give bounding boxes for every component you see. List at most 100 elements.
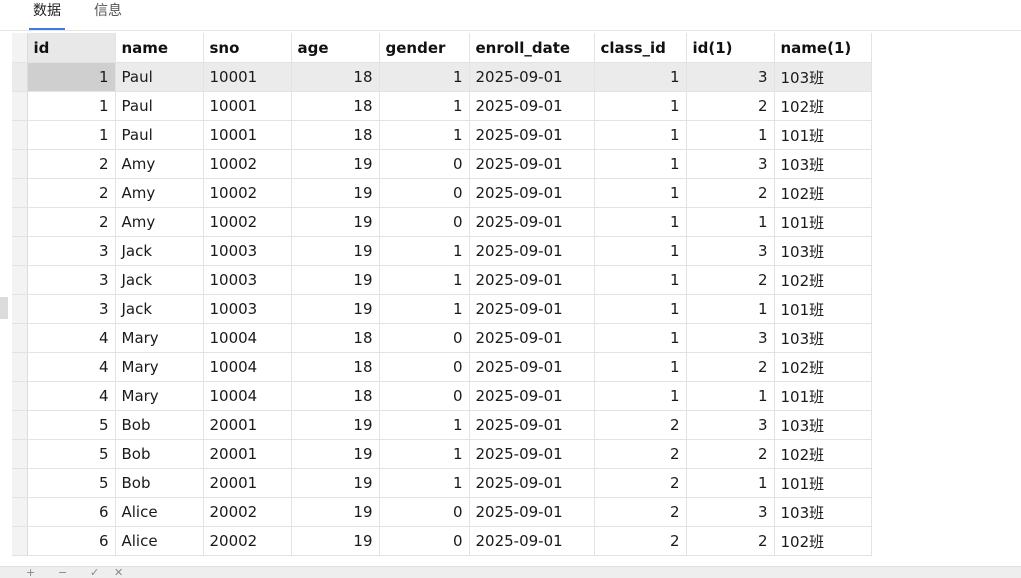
table-cell[interactable]: 1 [594,294,687,324]
column-header-class-id[interactable]: class_id [594,33,687,63]
table-row[interactable]: 6 Alice 20002 19 0 2025-09-01 2 3 103班 [12,497,872,527]
table-cell[interactable]: 10003 [203,265,292,295]
table-cell[interactable]: Jack [115,294,204,324]
row-header[interactable] [12,497,28,527]
table-cell[interactable]: 1 [379,439,470,469]
table-cell[interactable]: 3 [686,323,775,353]
table-cell[interactable]: 103班 [774,62,872,92]
table-cell[interactable]: 4 [27,352,116,382]
table-cell[interactable]: 1 [686,120,775,150]
table-cell[interactable]: 19 [291,497,380,527]
table-cell[interactable]: 10002 [203,207,292,237]
table-cell[interactable]: 1 [594,352,687,382]
table-cell[interactable]: 20002 [203,526,292,556]
plus-icon[interactable]: + [26,567,35,578]
table-cell[interactable]: 4 [27,323,116,353]
table-cell[interactable]: 1 [379,294,470,324]
table-cell[interactable]: 19 [291,178,380,208]
row-header[interactable] [12,178,28,208]
table-cell[interactable]: 1 [27,62,116,92]
table-row[interactable]: 3 Jack 10003 19 1 2025-09-01 1 2 102班 [12,265,872,295]
table-cell[interactable]: 1 [594,120,687,150]
table-cell[interactable]: 19 [291,410,380,440]
table-cell[interactable]: 2025-09-01 [469,381,595,411]
table-row[interactable]: 2 Amy 10002 19 0 2025-09-01 1 3 103班 [12,149,872,179]
table-cell[interactable]: 2025-09-01 [469,236,595,266]
table-cell[interactable]: 2 [686,439,775,469]
table-cell[interactable]: 19 [291,468,380,498]
table-cell[interactable]: 103班 [774,497,872,527]
table-cell[interactable]: Alice [115,526,204,556]
column-header-id-1-[interactable]: id(1) [686,33,775,63]
table-cell[interactable]: 0 [379,149,470,179]
table-cell[interactable]: Bob [115,410,204,440]
table-cell[interactable]: 1 [379,265,470,295]
table-cell[interactable]: 3 [686,62,775,92]
table-cell[interactable]: 19 [291,294,380,324]
table-cell[interactable]: Jack [115,265,204,295]
table-cell[interactable]: 103班 [774,323,872,353]
table-row[interactable]: 6 Alice 20002 19 0 2025-09-01 2 2 102班 [12,526,872,556]
table-cell[interactable]: 103班 [774,410,872,440]
table-cell[interactable]: 101班 [774,468,872,498]
table-row[interactable]: 1 Paul 10001 18 1 2025-09-01 1 2 102班 [12,91,872,121]
table-row[interactable]: 3 Jack 10003 19 1 2025-09-01 1 1 101班 [12,294,872,324]
table-cell[interactable]: 102班 [774,439,872,469]
column-header-enroll-date[interactable]: enroll_date [469,33,595,63]
row-header[interactable] [12,265,28,295]
table-cell[interactable]: 101班 [774,381,872,411]
table-cell[interactable]: 2025-09-01 [469,410,595,440]
table-cell[interactable]: 102班 [774,526,872,556]
table-row[interactable]: 1 Paul 10001 18 1 2025-09-01 1 1 101班 [12,120,872,150]
table-cell[interactable]: 2025-09-01 [469,178,595,208]
table-cell[interactable]: 0 [379,352,470,382]
table-cell[interactable]: 1 [594,62,687,92]
table-cell[interactable]: 20001 [203,410,292,440]
row-header[interactable] [12,323,28,353]
table-row[interactable]: 4 Mary 10004 18 0 2025-09-01 1 3 103班 [12,323,872,353]
table-cell[interactable]: 2025-09-01 [469,497,595,527]
table-cell[interactable]: 1 [686,468,775,498]
table-cell[interactable]: 10004 [203,352,292,382]
table-cell[interactable]: 2 [27,149,116,179]
row-header[interactable] [12,294,28,324]
table-row[interactable]: 2 Amy 10002 19 0 2025-09-01 1 2 102班 [12,178,872,208]
table-cell[interactable]: 2025-09-01 [469,265,595,295]
tab-info[interactable]: 信息 [92,0,124,28]
table-cell[interactable]: 20002 [203,497,292,527]
table-cell[interactable]: 2 [686,526,775,556]
row-header[interactable] [12,207,28,237]
table-row[interactable]: 2 Amy 10002 19 0 2025-09-01 1 1 101班 [12,207,872,237]
table-cell[interactable]: 1 [594,149,687,179]
table-cell[interactable]: 3 [27,236,116,266]
table-cell[interactable]: 10002 [203,178,292,208]
table-cell[interactable]: 1 [594,381,687,411]
table-cell[interactable]: Bob [115,439,204,469]
table-cell[interactable]: 1 [594,323,687,353]
table-cell[interactable]: 2 [686,352,775,382]
table-cell[interactable]: 2 [594,468,687,498]
table-cell[interactable]: 1 [594,91,687,121]
table-cell[interactable]: 19 [291,149,380,179]
table-row[interactable]: 5 Bob 20001 19 1 2025-09-01 2 1 101班 [12,468,872,498]
table-cell[interactable]: 6 [27,497,116,527]
table-cell[interactable]: Mary [115,323,204,353]
table-cell[interactable]: 3 [686,497,775,527]
table-cell[interactable]: 1 [379,468,470,498]
table-cell[interactable]: 10003 [203,236,292,266]
table-cell[interactable]: 2025-09-01 [469,149,595,179]
table-cell[interactable]: 0 [379,178,470,208]
table-cell[interactable]: 5 [27,410,116,440]
table-cell[interactable]: 0 [379,207,470,237]
table-cell[interactable]: 19 [291,526,380,556]
table-cell[interactable]: 0 [379,323,470,353]
minus-icon[interactable]: − [58,567,67,578]
table-cell[interactable]: 102班 [774,352,872,382]
table-cell[interactable]: 101班 [774,294,872,324]
table-cell[interactable]: 2025-09-01 [469,439,595,469]
table-cell[interactable]: 10002 [203,149,292,179]
table-cell[interactable]: 1 [594,265,687,295]
row-header[interactable] [12,439,28,469]
table-cell[interactable]: 2 [594,526,687,556]
table-cell[interactable]: 103班 [774,236,872,266]
